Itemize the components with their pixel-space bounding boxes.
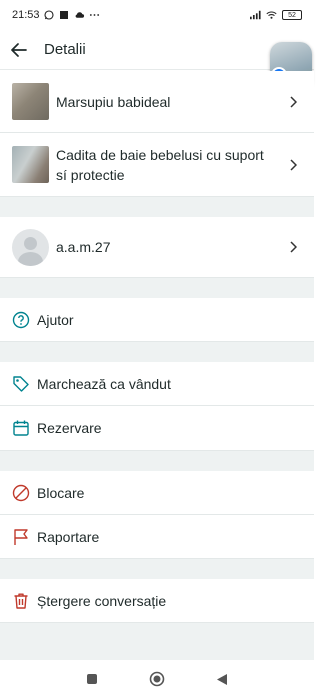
status-bar-right: 52 (250, 10, 302, 21)
mark-sold-option[interactable]: Marchează ca vândut (0, 362, 314, 406)
user-profile-row[interactable]: a.a.m.27 (0, 217, 314, 278)
section-divider (0, 342, 314, 362)
back-button[interactable] (2, 33, 36, 67)
back-nav-button[interactable] (210, 667, 234, 691)
battery-indicator: 52 (282, 10, 302, 20)
cloud-icon (74, 10, 85, 21)
chevron-right-icon (288, 158, 298, 172)
tag-icon (12, 375, 30, 393)
help-label: Ajutor (37, 311, 74, 328)
recents-button[interactable] (80, 667, 104, 691)
report-option[interactable]: Raportare (0, 515, 314, 559)
mark-sold-label: Marchează ca vândut (37, 375, 171, 392)
block-icon (12, 484, 30, 502)
delete-conversation-option[interactable]: Ștergere conversație (0, 579, 314, 623)
arrow-left-icon (11, 42, 27, 57)
bottom-fill (0, 623, 314, 660)
status-time: 21:53 (12, 9, 40, 21)
chevron-right-icon (288, 95, 298, 109)
item-thumbnail (12, 83, 49, 120)
wifi-icon (266, 10, 277, 21)
help-option[interactable]: Ajutor (0, 298, 314, 342)
section-divider (0, 197, 314, 217)
home-button[interactable] (145, 667, 169, 691)
app-square-icon (59, 10, 70, 21)
section-divider (0, 278, 314, 298)
user-name: a.a.m.27 (56, 239, 111, 255)
chevron-right-icon (288, 240, 298, 254)
whatsapp-icon (44, 10, 55, 21)
flag-icon (12, 528, 30, 546)
report-label: Raportare (37, 528, 100, 545)
delete-conversation-label: Ștergere conversație (37, 592, 167, 609)
system-navigation-bar (0, 660, 314, 698)
item-row[interactable]: Cadita de baie bebelusi cu suport sí pro… (0, 133, 314, 197)
block-label: Blocare (37, 484, 85, 501)
item-row[interactable]: Marsupiu babideal (0, 71, 314, 133)
trash-icon (12, 592, 30, 610)
top-app-bar: Detalii (0, 30, 314, 70)
page-title: Detalii (44, 41, 86, 58)
section-divider (0, 451, 314, 471)
more-dots-icon (89, 10, 100, 21)
item-title: Cadita de baie bebelusi cu suport sí pro… (56, 146, 264, 183)
status-bar: 21:53 52 (0, 0, 314, 30)
triangle-back-icon (216, 673, 227, 685)
avatar (12, 228, 49, 266)
circle-home-icon (149, 671, 165, 687)
status-bar-left: 21:53 (12, 9, 100, 21)
item-thumbnail (12, 146, 49, 183)
reserve-option[interactable]: Rezervare (0, 406, 314, 451)
signal-icon (250, 10, 261, 21)
square-icon (87, 674, 98, 684)
item-title: Marsupiu babideal (56, 93, 171, 110)
calendar-icon (12, 419, 30, 437)
question-circle-icon (12, 311, 30, 329)
section-divider (0, 559, 314, 579)
block-option[interactable]: Blocare (0, 471, 314, 515)
reserve-label: Rezervare (37, 420, 102, 436)
